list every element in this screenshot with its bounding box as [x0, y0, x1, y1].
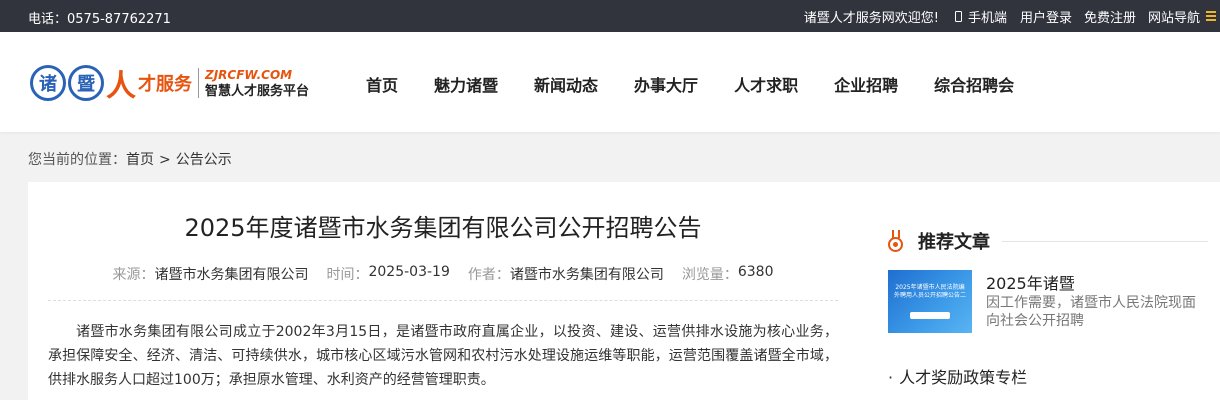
thumbnail-text: 2025年诸暨市人民法院编外聘用人员公开招聘公告二 — [894, 284, 967, 299]
nav-item-job-fair[interactable]: 综合招聘会 — [934, 72, 1014, 96]
welcome-text: 诸暨人才服务网欢迎您! — [803, 10, 939, 26]
mobile-phone-icon — [954, 10, 962, 22]
author-value: 诸暨市水务集团有限公司 — [509, 267, 664, 283]
logo-slogan: 智慧人才服务平台 — [205, 83, 310, 99]
recommended-article[interactable]: 2025年诸暨市人民法院编外聘用人员公开招聘公告二 2025年诸暨 因工作需要，… — [888, 270, 1208, 334]
mobile-label: 手机端 — [967, 10, 1007, 26]
register-link[interactable]: 免费注册 — [1084, 7, 1136, 26]
nav-item-service-hall[interactable]: 办事大厅 — [634, 72, 698, 96]
main-nav: 首页 魅力诸暨 新闻动态 办事大厅 人才求职 企业招聘 综合招聘会 — [366, 72, 1014, 96]
logo-seal-2: 暨 — [68, 65, 104, 101]
time-value: 2025-03-19 — [368, 264, 450, 280]
breadcrumb-home[interactable]: 首页 — [126, 152, 154, 168]
source-value: 诸暨市水务集团有限公司 — [154, 267, 309, 283]
mobile-link[interactable]: 手机端 — [954, 7, 1007, 26]
views-value: 6380 — [737, 264, 774, 280]
top-bar: 电话：0575-87762271 诸暨人才服务网欢迎您! 手机端 用户登录 免费… — [0, 0, 1220, 32]
logo-brand-en: ZJRCFW.COM — [205, 67, 293, 82]
breadcrumb: 您当前的位置：首页 > 公告公示 — [28, 149, 232, 169]
content-card: 2025年度诸暨市水务集团有限公司公开招聘公告 来源： 诸暨市水务集团有限公司 … — [28, 182, 1220, 400]
article-paragraph: 诸暨市水务集团有限公司成立于2002年3月15日，是诸暨市政府直属企业，以投资、… — [48, 324, 838, 388]
recommended-article-desc: 因工作需要，诸暨市人民法院现面向社会公开招聘 — [986, 295, 1196, 329]
nav-item-recruitment[interactable]: 企业招聘 — [834, 72, 898, 96]
site-header: 诸 暨 人 才服务 ZJRCFW.COM 智慧人才服务平台 首页 魅力诸暨 新闻… — [0, 32, 1220, 132]
author-label: 作者： — [467, 267, 510, 283]
site-logo[interactable]: 诸 暨 人 才服务 ZJRCFW.COM 智慧人才服务平台 — [30, 62, 320, 104]
login-link[interactable]: 用户登录 — [1020, 7, 1072, 26]
medal-icon — [888, 230, 904, 252]
contact-phone: 电话：0575-87762271 — [28, 12, 171, 27]
nav-item-news[interactable]: 新闻动态 — [534, 72, 598, 96]
top-bar-links: 诸暨人才服务网欢迎您! 手机端 用户登录 免费注册 网站导航 — [803, 7, 1220, 26]
time-label: 时间： — [326, 267, 369, 283]
recommended-header: 推荐文章 — [888, 228, 1208, 254]
nav-item-home[interactable]: 首页 — [366, 72, 398, 96]
logo-seal-1: 诸 — [30, 65, 66, 101]
recommended-article-title[interactable]: 2025年诸暨 — [986, 270, 1075, 294]
talent-policy-label: 人才奖励政策专栏 — [899, 368, 1028, 387]
nav-item-job-seeking[interactable]: 人才求职 — [734, 72, 798, 96]
recommended-title: 推荐文章 — [918, 232, 990, 253]
logo-ren-glyph: 人 — [106, 69, 136, 104]
meta-divider — [48, 300, 838, 301]
recommended-thumbnail[interactable]: 2025年诸暨市人民法院编外聘用人员公开招聘公告二 — [888, 270, 972, 333]
source-label: 来源： — [112, 267, 155, 283]
site-nav-label: 网站导航 — [1147, 10, 1200, 26]
bullet-icon: · — [888, 368, 894, 387]
breadcrumb-separator: > — [159, 152, 171, 168]
logo-mark: 诸 暨 人 — [30, 65, 138, 104]
talent-policy-link[interactable]: · 人才奖励政策专栏 — [888, 364, 1027, 388]
breadcrumb-current[interactable]: 公告公示 — [176, 152, 232, 168]
logo-divider — [198, 68, 199, 98]
recommended-divider — [1002, 240, 1208, 242]
thumbnail-badge — [910, 312, 950, 319]
logo-brand-text: ZJRCFW.COM 智慧人才服务平台 — [205, 69, 309, 98]
article-meta: 来源： 诸暨市水务集团有限公司 时间： 2025-03-19 作者： 诸暨市水务… — [48, 264, 838, 284]
views-label: 浏览量： — [681, 267, 738, 283]
nav-item-charm[interactable]: 魅力诸暨 — [434, 72, 498, 96]
site-nav-link[interactable]: 网站导航 — [1148, 7, 1220, 26]
breadcrumb-prefix: 您当前的位置： — [28, 152, 126, 168]
article-title: 2025年度诸暨市水务集团有限公司公开招聘公告 — [184, 214, 702, 242]
menu-icon — [1206, 11, 1216, 21]
logo-brand-cn: 才服务 — [138, 74, 192, 95]
